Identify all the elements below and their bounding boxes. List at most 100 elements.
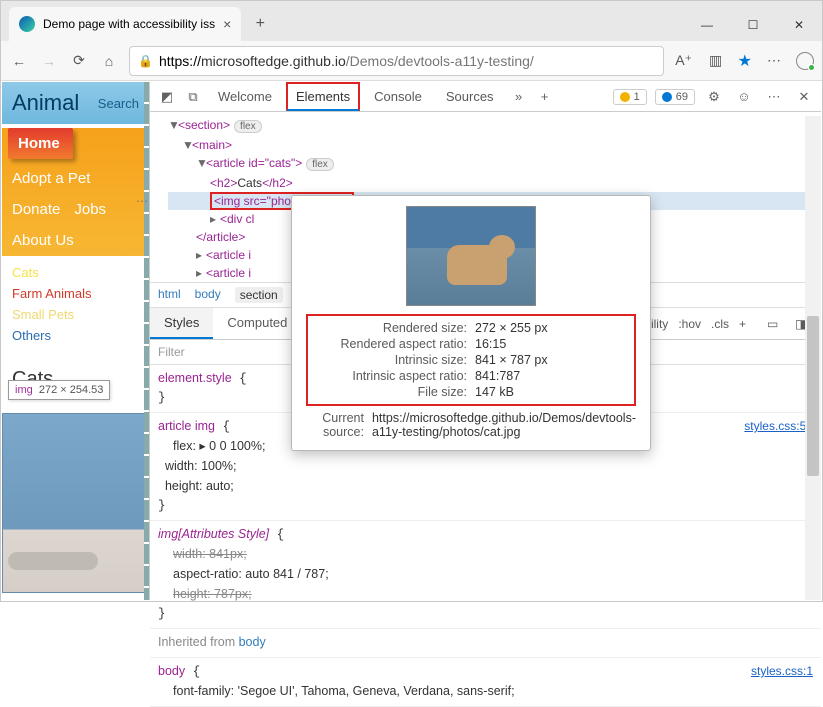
collections-icon[interactable]: ▥ <box>706 51 726 71</box>
dom-main[interactable]: <main> <box>192 138 232 152</box>
file-size-label: File size: <box>314 385 475 399</box>
favorite-icon[interactable]: ★ <box>738 51 752 71</box>
css-source-link-body[interactable]: styles.css:1 <box>751 662 813 681</box>
close-window-button[interactable]: ✕ <box>776 9 822 41</box>
dom-h2-text[interactable]: Cats <box>237 176 262 190</box>
extensions-icon[interactable]: ⋯ <box>764 51 784 71</box>
tooltip-tag: img <box>15 384 33 396</box>
nav-about[interactable]: About Us <box>2 225 149 256</box>
subtab-styles[interactable]: Styles <box>150 308 213 339</box>
profile-icon[interactable] <box>796 52 814 70</box>
more-tabs-icon[interactable]: » <box>508 86 530 108</box>
search-label[interactable]: Search <box>98 96 139 111</box>
address-bar[interactable]: 🔒 https://microsoftedge.github.io/Demos/… <box>129 46 664 76</box>
device-toggle-icon[interactable]: ⧉ <box>182 86 204 108</box>
reader-icon[interactable]: A⁺ <box>674 51 694 71</box>
current-source-label: Current source: <box>306 411 372 439</box>
intrinsic-ar-label: Intrinsic aspect ratio: <box>314 369 475 383</box>
nav-jobs[interactable]: Jobs <box>74 201 106 218</box>
file-size-value: 147 kB <box>475 385 628 399</box>
hov-toggle[interactable]: :hov <box>678 317 701 331</box>
dom-article-close[interactable]: </article> <box>196 230 245 244</box>
element-tooltip: img 272 × 254.53 <box>8 380 110 400</box>
window-titlebar: Demo page with accessibility iss × + ― ☐… <box>1 1 822 41</box>
maximize-button[interactable]: ☐ <box>730 9 776 41</box>
feedback-icon[interactable]: ☺ <box>733 86 755 108</box>
dom-section[interactable]: <section> <box>178 118 230 132</box>
dom-article3[interactable]: <article i <box>206 266 251 280</box>
tab-title: Demo page with accessibility iss <box>43 17 215 31</box>
url-host: microsoftedge.github.io <box>201 53 346 69</box>
intrinsic-ar-value: 841:787 <box>475 369 628 383</box>
nav-adopt[interactable]: Adopt a Pet <box>2 163 149 194</box>
popup-thumbnail <box>406 206 536 306</box>
inherited-link[interactable]: body <box>239 635 266 649</box>
crumb-html[interactable]: html <box>158 287 181 303</box>
inspect-element-icon[interactable]: ◩ <box>156 86 178 108</box>
side-farm[interactable]: Farm Animals <box>12 283 139 304</box>
page-header: Animal Search <box>2 82 149 124</box>
nav-donate[interactable]: Donate <box>12 201 60 218</box>
webpage-preview: Animal Search Home Adopt a Pet Donate Jo… <box>2 82 149 600</box>
cls-toggle[interactable]: .cls <box>711 317 729 331</box>
tab-welcome[interactable]: Welcome <box>208 82 282 111</box>
current-source-link[interactable]: https://microsoftedge.github.io/Demos/de… <box>372 411 636 439</box>
tab-close-icon[interactable]: × <box>223 16 231 32</box>
refresh-button[interactable]: ⟳ <box>69 51 89 71</box>
intrinsic-size-value: 841 × 787 px <box>475 353 628 367</box>
scrollbar-thumb[interactable] <box>807 316 819 476</box>
url-path: /Demos/devtools-a11y-testing/ <box>346 53 534 69</box>
side-others[interactable]: Others <box>12 325 139 346</box>
devtools-close-icon[interactable]: ✕ <box>793 86 815 108</box>
side-cats[interactable]: Cats <box>12 262 139 283</box>
intrinsic-size-label: Intrinsic size: <box>314 353 475 367</box>
popup-metrics: Rendered size:272 × 255 px Rendered aspe… <box>306 314 636 406</box>
page-heading: Cats img 272 × 254.53 <box>2 352 149 393</box>
scrollbar[interactable] <box>805 116 821 600</box>
settings-gear-icon[interactable]: ⚙ <box>703 86 725 108</box>
dom-article[interactable]: <article id="cats"> <box>206 156 302 170</box>
dom-div[interactable]: <div cl <box>220 212 254 226</box>
crumb-section[interactable]: section <box>235 287 283 303</box>
browser-toolbar: ← → ⟳ ⌂ 🔒 https://microsoftedge.github.i… <box>1 41 822 81</box>
subtab-computed[interactable]: Computed <box>213 308 301 339</box>
css-rule-body[interactable]: styles.css:1 body { font-family: 'Segoe … <box>150 658 821 707</box>
image-hover-popup: Rendered size:272 × 255 px Rendered aspe… <box>291 195 651 451</box>
add-rule-icon[interactable]: + <box>739 317 757 331</box>
back-button[interactable]: ← <box>9 51 29 71</box>
side-links: Cats Farm Animals Small Pets Others <box>2 256 149 352</box>
css-source-link[interactable]: styles.css:53 <box>744 417 813 436</box>
new-tab-button[interactable]: + <box>245 9 275 39</box>
home-button[interactable]: ⌂ <box>99 51 119 71</box>
lock-icon: 🔒 <box>138 54 153 68</box>
favicon-icon <box>19 16 35 32</box>
tab-elements[interactable]: Elements <box>286 82 360 111</box>
flex-badge[interactable]: flex <box>234 120 262 133</box>
css-rule-img-attrs[interactable]: img[Attributes Style] { width: 841px; as… <box>150 521 821 629</box>
dom-article2[interactable]: <article i <box>206 248 251 262</box>
devtools-tabbar: ◩ ⧉ Welcome Elements Console Sources » +… <box>150 82 821 112</box>
rendered-ar-label: Rendered aspect ratio: <box>314 337 475 351</box>
rendered-ar-value: 16:15 <box>475 337 628 351</box>
tooltip-dims: 272 × 254.53 <box>39 384 104 396</box>
flex-badge[interactable]: flex <box>306 158 334 171</box>
nav-donate-row: Donate Jobs <box>2 194 149 225</box>
computed-toggle-icon[interactable]: ▭ <box>767 317 785 331</box>
window-controls: ― ☐ ✕ <box>684 9 822 41</box>
tab-sources[interactable]: Sources <box>436 82 504 111</box>
tab-console[interactable]: Console <box>364 82 432 111</box>
issues-warn-badge[interactable]: 1 <box>613 89 647 105</box>
side-small[interactable]: Small Pets <box>12 304 139 325</box>
css-inherited-label: Inherited from body <box>150 629 821 658</box>
add-tab-icon[interactable]: + <box>534 86 556 108</box>
crumb-body[interactable]: body <box>195 287 221 303</box>
kebab-menu-icon[interactable]: ⋯ <box>763 86 785 108</box>
rendered-size-label: Rendered size: <box>314 321 475 335</box>
issues-info-badge[interactable]: 69 <box>655 89 695 105</box>
browser-tab[interactable]: Demo page with accessibility iss × <box>9 7 241 41</box>
site-logo: Animal <box>12 90 79 116</box>
forward-button[interactable]: → <box>39 51 59 71</box>
minimize-button[interactable]: ― <box>684 9 730 41</box>
inspected-image-overlay <box>2 413 149 593</box>
nav-home[interactable]: Home <box>8 128 73 159</box>
